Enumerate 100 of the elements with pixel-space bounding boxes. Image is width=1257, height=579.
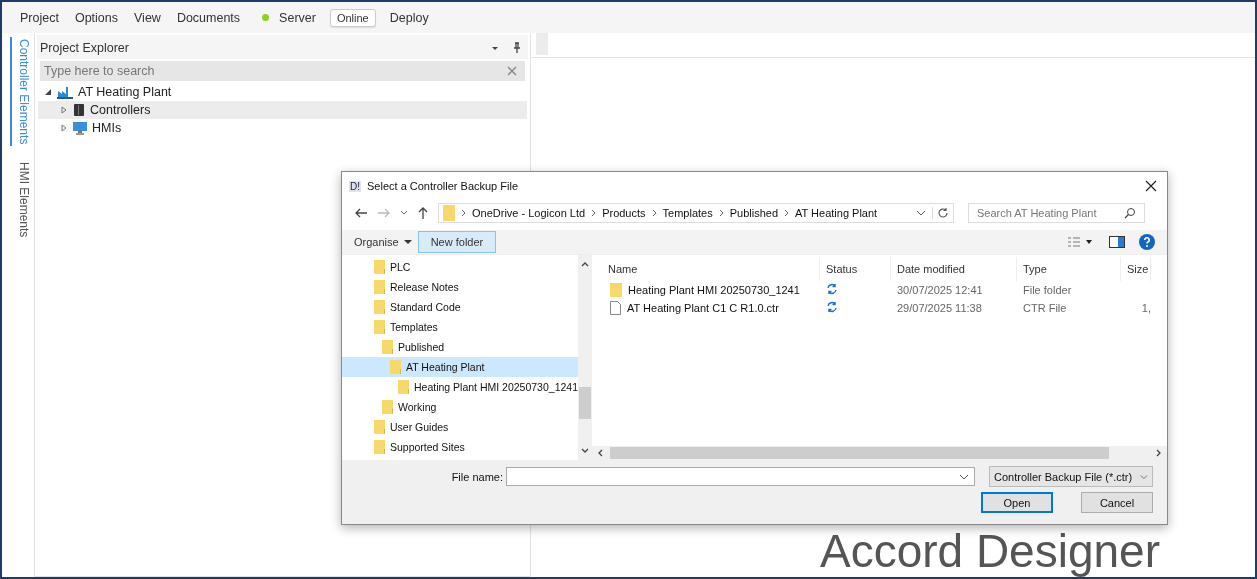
chevron-down-icon[interactable] [400, 209, 408, 217]
breadcrumb-item[interactable]: OneDrive - Logicon Ltd [472, 207, 586, 219]
column-header[interactable]: Name [592, 257, 820, 281]
chevron-right-icon [651, 209, 657, 217]
folder-icon [610, 283, 622, 297]
nav-tree-item[interactable]: Heating Plant HMI 20250730_1241 [342, 377, 578, 397]
file-icon [610, 301, 621, 315]
menu-item[interactable]: Project [12, 10, 67, 25]
folder-icon [382, 340, 393, 354]
side-tab[interactable]: Controller Elements [10, 37, 34, 147]
horizontal-scrollbar[interactable] [592, 446, 1167, 460]
breadcrumb-item[interactable]: Templates [662, 207, 713, 219]
file-name: Heating Plant HMI 20250730_1241 [628, 284, 800, 296]
chevron-down-icon[interactable] [916, 209, 926, 217]
file-type-dropdown[interactable]: Controller Backup File (*.ctr) [989, 466, 1153, 487]
scroll-up-icon[interactable] [580, 260, 589, 268]
date-modified: 29/07/2025 11:38 [896, 302, 983, 314]
column-header[interactable]: Size [1121, 257, 1151, 281]
factory-icon [57, 85, 73, 99]
view-options-icon[interactable] [1067, 236, 1095, 248]
nav-tree-item[interactable]: AT Heating Plant [342, 357, 578, 377]
cancel-button[interactable]: Cancel [1081, 492, 1153, 513]
file-type: File folder [1022, 284, 1073, 296]
back-arrow-icon[interactable] [354, 207, 368, 219]
search-field[interactable]: Search AT Heating Plant [968, 203, 1145, 223]
controller-icon [73, 103, 85, 117]
folder-icon [382, 400, 393, 414]
file-row[interactable]: AT Heating Plant C1 C R1.0.ctr 29/07/2025 11:38 CTR File 1, [592, 299, 1167, 317]
file-name: AT Heating Plant C1 C R1.0.ctr [627, 302, 779, 314]
app-logo-text: Accord Designer [818, 525, 1161, 577]
caret-icon [403, 239, 412, 245]
folder-icon [374, 280, 385, 294]
file-name-field[interactable] [506, 467, 975, 486]
chevron-right-icon [461, 209, 466, 217]
nav-tree-item[interactable]: Templates [342, 317, 578, 337]
nav-tree-item[interactable]: PLC [342, 257, 578, 277]
scroll-down-icon[interactable] [580, 447, 589, 455]
expand-triangle-icon[interactable] [60, 124, 68, 132]
preview-pane-icon[interactable] [1109, 236, 1125, 248]
folder-icon [374, 260, 385, 274]
app-icon: D! [349, 180, 361, 192]
file-size: 1, [1140, 302, 1151, 314]
tree-item[interactable]: Controllers [38, 101, 527, 119]
search-icon[interactable] [1124, 207, 1136, 219]
help-icon[interactable] [1139, 234, 1155, 250]
scrollbar-thumb[interactable] [578, 386, 591, 419]
folder-icon [374, 320, 385, 334]
side-tab[interactable]: HMI Elements [10, 160, 34, 240]
folder-icon [374, 440, 385, 454]
up-arrow-icon[interactable] [417, 206, 429, 220]
column-header[interactable]: Status [820, 257, 891, 281]
folder-icon [374, 420, 385, 434]
nav-tree-item[interactable]: Supported Sites [342, 437, 578, 457]
field-label: File name: [451, 470, 503, 483]
online-button[interactable]: Online [329, 8, 376, 27]
menu-item[interactable]: Server [271, 10, 324, 25]
tree-item[interactable]: HMIs [38, 119, 527, 137]
nav-tree-item[interactable]: User Guides [342, 417, 578, 437]
scrollbar-thumb[interactable] [610, 447, 1109, 459]
folder-icon [398, 380, 409, 394]
breadcrumb-item[interactable]: AT Heating Plant [795, 207, 878, 219]
organise-menu-button[interactable]: Organise [350, 233, 416, 251]
vertical-scrollbar[interactable] [578, 255, 591, 460]
panel-title: Project Explorer [40, 41, 130, 55]
scroll-right-icon[interactable] [1155, 449, 1163, 457]
menu-item[interactable]: View [126, 10, 169, 25]
nav-tree-item[interactable]: Published [342, 337, 578, 357]
expand-triangle-icon[interactable] [60, 106, 68, 114]
folder-icon [374, 300, 385, 314]
monitor-icon [73, 121, 87, 135]
file-row[interactable]: Heating Plant HMI 20250730_1241 30/07/2025 12:41 File folder [592, 281, 1167, 299]
chevron-down-icon[interactable] [959, 472, 969, 481]
pin-icon[interactable] [512, 42, 522, 54]
folder-icon [443, 205, 455, 221]
sync-icon [826, 283, 838, 295]
refresh-icon[interactable] [932, 207, 949, 219]
nav-tree-item[interactable]: Working [342, 397, 578, 417]
column-header[interactable]: Type [1017, 257, 1121, 281]
search-field[interactable]: Type here to search [40, 61, 525, 81]
breadcrumb-item[interactable]: Published [729, 207, 778, 219]
menu-item[interactable]: Options [66, 10, 126, 25]
menu-item[interactable]: Deploy [381, 10, 437, 25]
clear-icon[interactable] [507, 66, 517, 76]
breadcrumb-item[interactable]: Products [602, 207, 646, 219]
column-header[interactable]: Date modified [891, 257, 1017, 281]
open-button[interactable]: Open [981, 492, 1053, 513]
nav-tree-item[interactable]: Standard Code [342, 297, 578, 317]
scroll-left-icon[interactable] [596, 449, 604, 457]
menu-item[interactable]: Documents [168, 10, 249, 25]
dialog-title: Select a Controller Backup File [367, 180, 519, 192]
nav-tree-item[interactable]: Release Notes [342, 277, 578, 297]
folder-icon [390, 360, 401, 374]
file-type: CTR File [1022, 302, 1068, 314]
close-icon[interactable] [1145, 180, 1157, 192]
tree-item[interactable]: AT Heating Plant [38, 83, 527, 101]
address-bar[interactable]: OneDrive - Logicon Ltd Products Templates Published AT Heating Plant [438, 203, 954, 223]
chevron-right-icon [718, 209, 724, 217]
new-folder-button[interactable]: New folder [417, 231, 497, 253]
chevron-right-icon [784, 209, 789, 217]
collapse-triangle-icon[interactable] [44, 88, 52, 96]
